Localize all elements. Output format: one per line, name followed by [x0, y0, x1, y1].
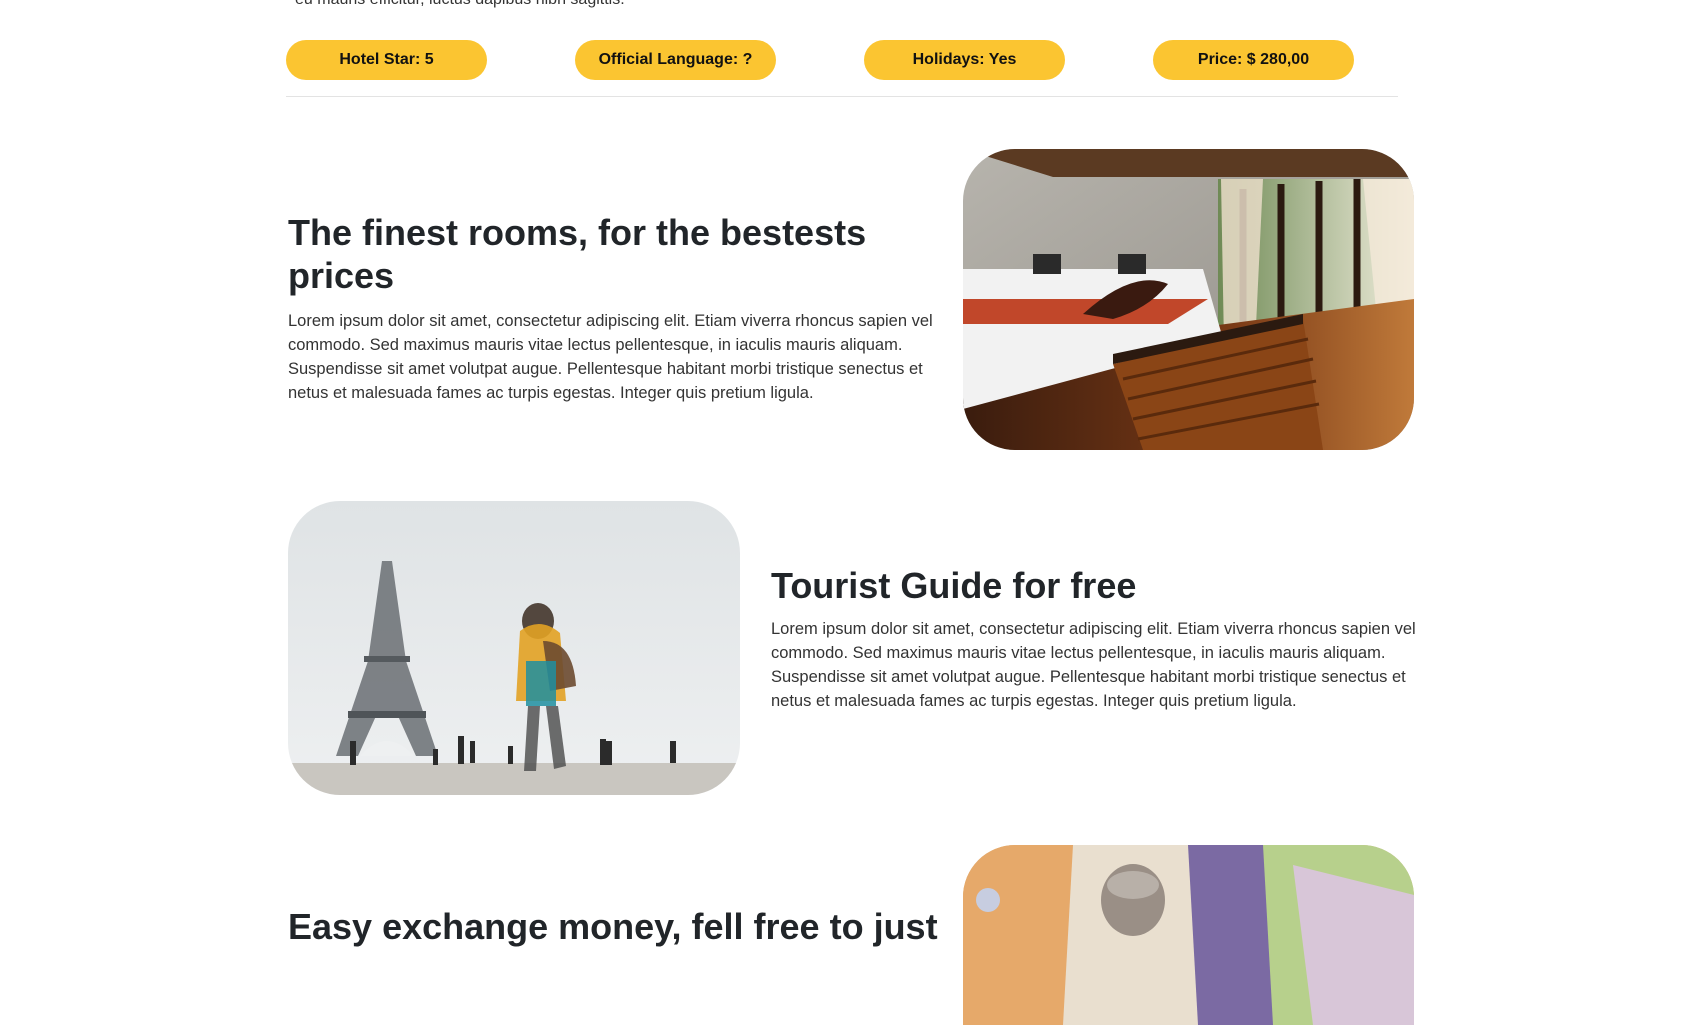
price-pill: Price: $ 280,00 — [1153, 40, 1354, 80]
tour-info-pills: Hotel Star: 5 Official Language: ? Holid… — [286, 40, 1398, 80]
rooms-feature-title: The finest rooms, for the bestests price… — [288, 212, 867, 296]
currency-notes-image — [963, 845, 1414, 1025]
holidays-pill: Holidays: Yes — [864, 40, 1065, 80]
hotel-room-image — [963, 149, 1414, 450]
guide-feature-title: Tourist Guide for free — [771, 565, 1137, 606]
exchange-feature-title: Easy exchange money, fell free to just — [288, 906, 938, 947]
rooms-feature-text: Lorem ipsum dolor sit amet, consectetur … — [288, 312, 933, 402]
intro-tail-text: eu mauris efficitur, luctus dapibus nibh… — [295, 0, 625, 9]
hotel-star-pill: Hotel Star: 5 — [286, 40, 487, 80]
guide-feature-text: Lorem ipsum dolor sit amet, consectetur … — [771, 620, 1416, 710]
eiffel-tower-image — [288, 501, 740, 795]
section-divider — [286, 96, 1398, 97]
official-language-pill: Official Language: ? — [575, 40, 776, 80]
